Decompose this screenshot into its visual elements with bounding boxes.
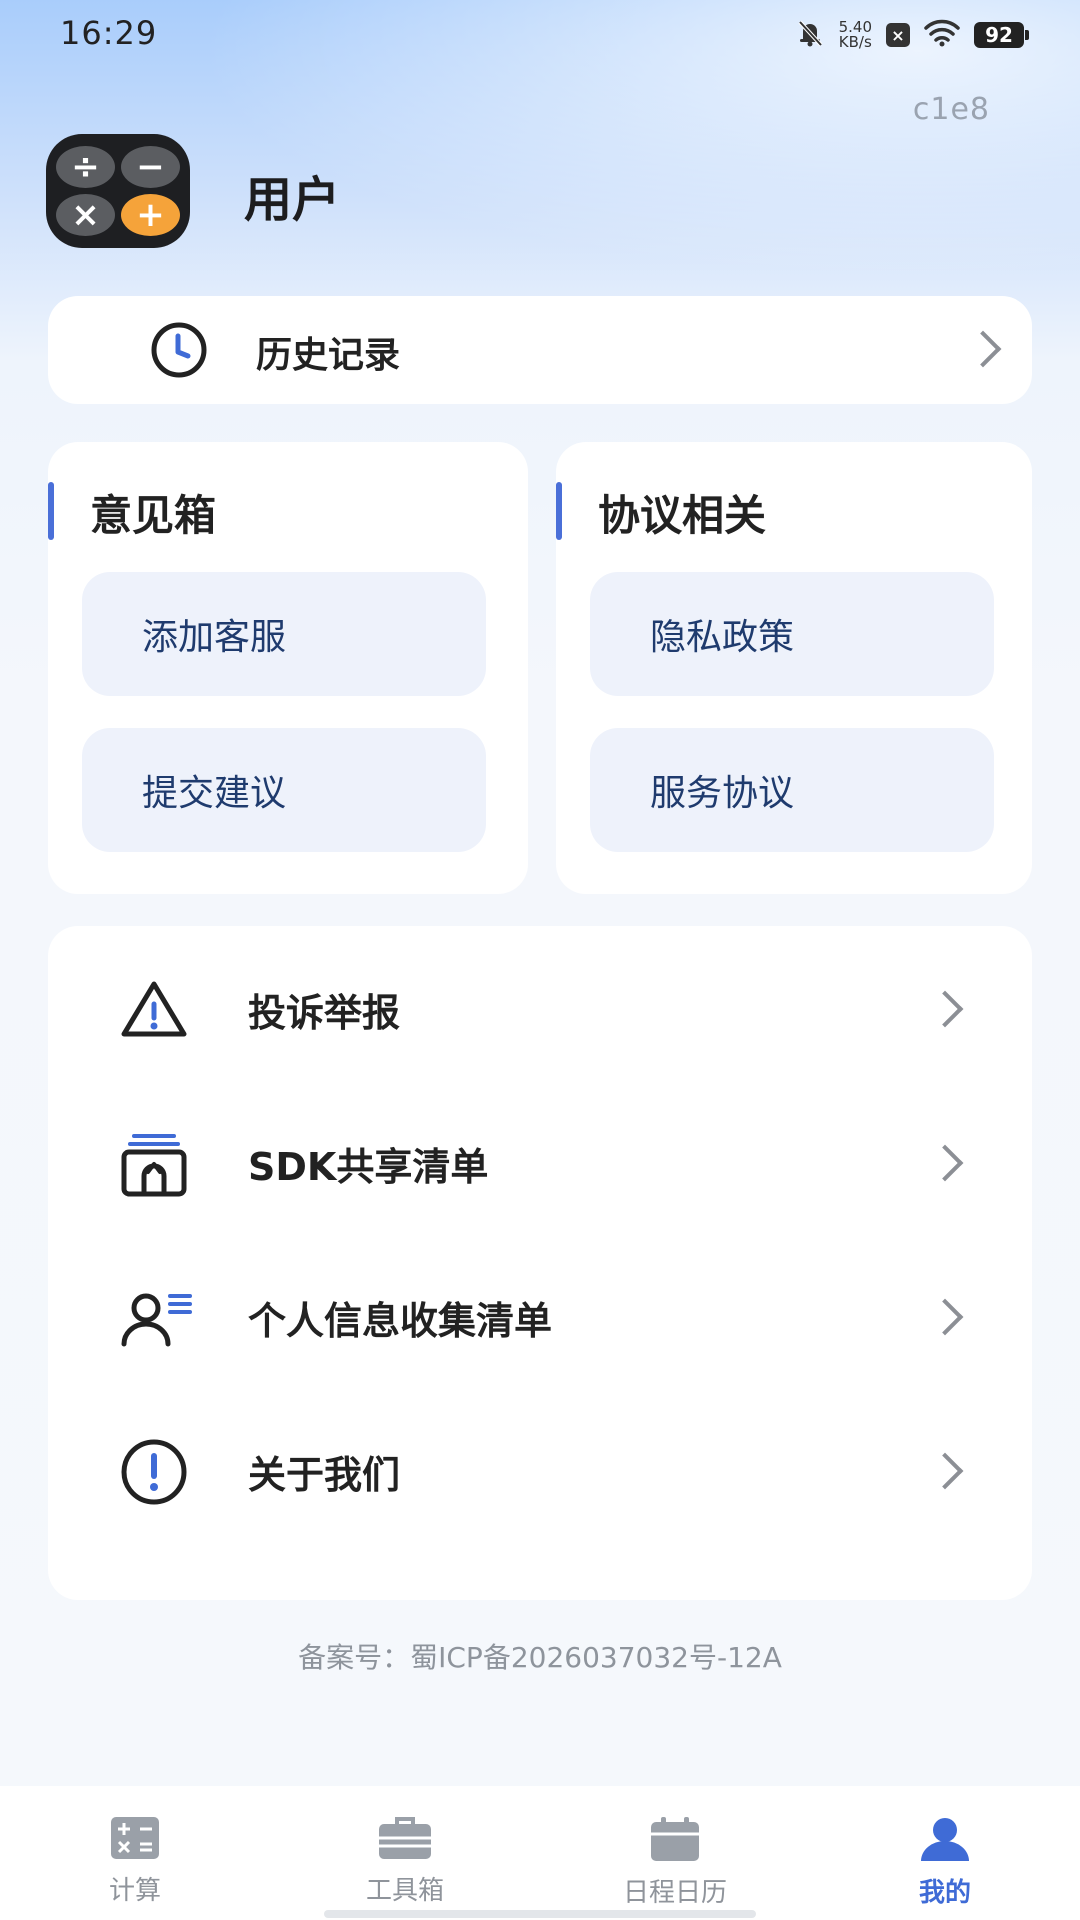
toolbox-icon [378,1816,432,1864]
service-agreement-button[interactable]: 服务协议 [590,728,994,852]
list-item-label: 投诉举报 [248,991,401,1035]
info-circle-icon [118,1436,190,1508]
list-item-personal-info[interactable]: 个人信息收集清单 [48,1240,1032,1394]
tab-calendar[interactable]: 日程日历 [540,1786,810,1920]
plus-key-icon: + [121,194,180,236]
menu-list: 投诉举报 SDK共享清单 个人信息收集清单 关于我们 [48,926,1032,1600]
calendar-icon [650,1816,700,1866]
battery-icon: 92 [974,22,1029,48]
mute-bell-icon [795,18,825,52]
section-accent-bar [556,482,562,540]
tab-label: 日程日历 [622,1878,727,1908]
calculator-icon [110,1816,160,1864]
feedback-section-title: 意见箱 [90,491,217,540]
x-box-icon: × [886,23,910,47]
share-box-icon [118,1128,190,1200]
feedback-section: 意见箱 添加客服 提交建议 [48,442,528,894]
divide-key-icon: ÷ [56,146,115,188]
wifi-icon [924,19,960,51]
tab-calculate[interactable]: 计算 [0,1786,270,1920]
net-speed: 5.40 KB/s [839,20,872,50]
submit-suggestion-button[interactable]: 提交建议 [82,728,486,852]
net-speed-unit: KB/s [838,33,872,51]
list-item-about-us[interactable]: 关于我们 [48,1394,1032,1548]
bottom-nav: 计算 工具箱 日程日历 我的 [0,1786,1080,1920]
home-indicator[interactable] [324,1910,756,1918]
version-tag: c1e8 [912,92,990,127]
history-label: 历史记录 [256,335,401,376]
user-name[interactable]: 用户 [244,160,340,230]
tab-label: 计算 [108,1876,161,1906]
agreement-section: 协议相关 隐私政策 服务协议 [556,442,1032,894]
profile-icon [919,1816,971,1866]
clock-icon [144,320,214,384]
history-row[interactable]: 历史记录 [48,296,1032,404]
tab-label: 我的 [918,1878,971,1908]
list-item-label: 个人信息收集清单 [248,1299,553,1343]
status-icons: 5.40 KB/s × 92 [795,18,1029,52]
chevron-right-icon [926,1144,964,1182]
minus-key-icon: − [121,146,180,188]
warning-triangle-icon [118,974,190,1046]
tab-mine[interactable]: 我的 [810,1786,1080,1920]
list-item-label: SDK共享清单 [248,1145,489,1189]
user-list-icon [118,1282,192,1354]
status-bar: 16:29 5.40 KB/s × 92 [0,0,1080,66]
list-item-sdk-share[interactable]: SDK共享清单 [48,1086,1032,1240]
chevron-right-icon [964,330,1002,368]
list-item-complaint[interactable]: 投诉举报 [48,932,1032,1086]
privacy-policy-button[interactable]: 隐私政策 [590,572,994,696]
agreement-section-title: 协议相关 [598,491,767,540]
chevron-right-icon [926,990,964,1028]
icp-record: 备案号：蜀ICP备2026037032号-12A [298,1641,782,1674]
list-item-label: 关于我们 [248,1453,401,1497]
add-customer-service-button[interactable]: 添加客服 [82,572,486,696]
section-accent-bar [48,482,54,540]
status-time: 16:29 [60,14,158,52]
chevron-right-icon [926,1452,964,1490]
app-logo: ÷ − × + [46,134,190,248]
chevron-right-icon [926,1298,964,1336]
multiply-key-icon: × [56,194,115,236]
tab-label: 工具箱 [365,1876,444,1906]
tab-toolbox[interactable]: 工具箱 [270,1786,540,1920]
